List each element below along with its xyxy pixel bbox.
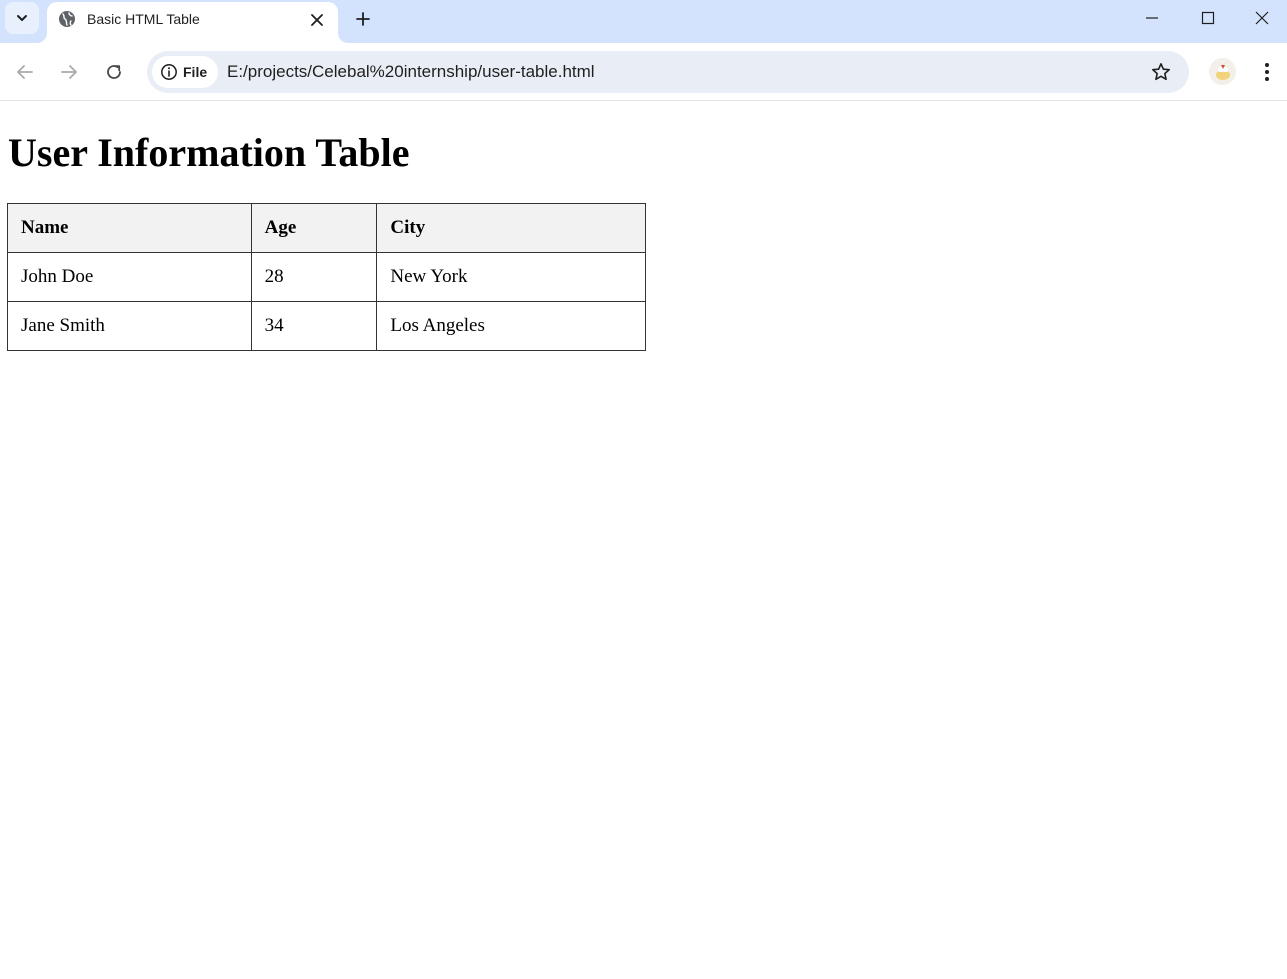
new-tab-button[interactable] bbox=[350, 6, 376, 32]
table-row: John Doe 28 New York bbox=[7, 252, 646, 302]
close-icon bbox=[1255, 11, 1269, 25]
back-button[interactable] bbox=[10, 57, 40, 87]
avatar[interactable] bbox=[1209, 58, 1236, 85]
cell-name: John Doe bbox=[7, 252, 252, 302]
column-header-city: City bbox=[376, 203, 646, 253]
column-header-name: Name bbox=[7, 203, 252, 253]
active-tab[interactable]: Basic HTML Table bbox=[47, 2, 338, 43]
info-icon bbox=[161, 64, 177, 80]
browser-menu-button[interactable] bbox=[1256, 57, 1278, 87]
tab-close-button[interactable] bbox=[306, 9, 328, 31]
plus-icon bbox=[356, 12, 370, 26]
globe-icon bbox=[59, 11, 75, 27]
bookmark-button[interactable] bbox=[1149, 60, 1173, 84]
page-content: User Information Table Name Age City Joh… bbox=[0, 102, 1287, 979]
tab-search-button[interactable] bbox=[5, 2, 39, 34]
page-title: User Information Table bbox=[8, 130, 410, 175]
maximize-icon bbox=[1201, 11, 1215, 25]
chevron-down-icon bbox=[17, 15, 27, 21]
arrow-right-icon bbox=[61, 65, 77, 79]
kebab-menu-icon bbox=[1265, 63, 1269, 81]
cell-city: New York bbox=[376, 252, 646, 302]
site-info-chip[interactable]: File bbox=[152, 56, 218, 88]
cell-age: 34 bbox=[250, 301, 378, 351]
address-bar[interactable]: File E:/projects/Celebal%20internship/us… bbox=[147, 51, 1189, 93]
minimize-icon bbox=[1146, 17, 1158, 19]
column-header-age: Age bbox=[250, 203, 378, 253]
close-icon bbox=[311, 14, 323, 26]
arrow-left-icon bbox=[17, 65, 33, 79]
cell-name: Jane Smith bbox=[7, 301, 252, 351]
maximize-button[interactable] bbox=[1180, 0, 1236, 36]
url-text[interactable]: E:/projects/Celebal%20internship/user-ta… bbox=[227, 62, 595, 82]
cell-age: 28 bbox=[250, 252, 378, 302]
browser-toolbar: File E:/projects/Celebal%20internship/us… bbox=[0, 43, 1287, 101]
cell-city: Los Angeles bbox=[376, 301, 646, 351]
reload-icon bbox=[107, 65, 121, 79]
tab-strip: Basic HTML Table bbox=[0, 0, 1287, 43]
user-table: Name Age City John Doe 28 New York Jane … bbox=[7, 203, 646, 351]
profile-avatar-icon bbox=[1215, 64, 1230, 80]
tab-title: Basic HTML Table bbox=[87, 11, 200, 27]
site-chip-label: File bbox=[183, 64, 208, 80]
star-icon bbox=[1152, 63, 1170, 81]
close-window-button[interactable] bbox=[1237, 0, 1287, 36]
minimize-button[interactable] bbox=[1124, 0, 1180, 36]
forward-button[interactable] bbox=[54, 57, 84, 87]
reload-button[interactable] bbox=[99, 57, 129, 87]
table-row: Jane Smith 34 Los Angeles bbox=[7, 301, 646, 351]
table-header-row: Name Age City bbox=[7, 203, 646, 253]
